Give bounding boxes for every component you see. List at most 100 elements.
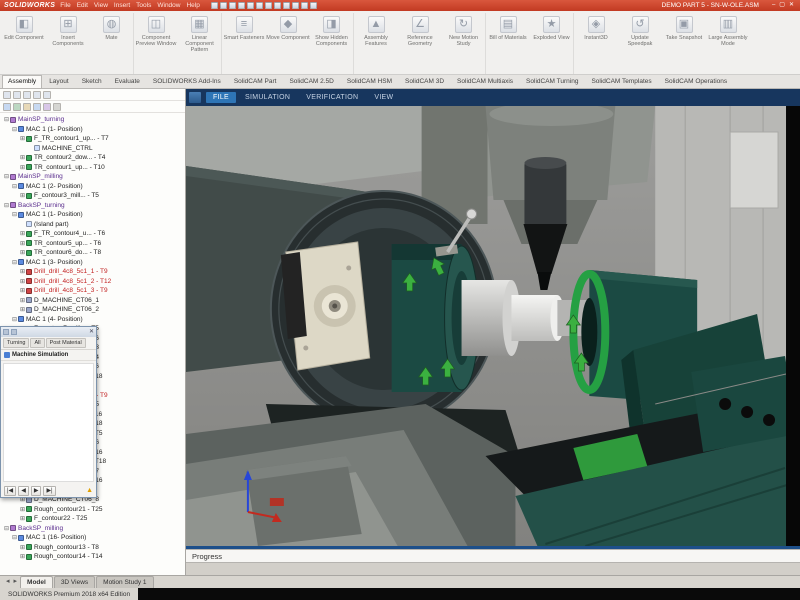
tab-scroll-icon[interactable]: ◂: [4, 576, 12, 588]
tree-item[interactable]: ⊞ Rough_contour13 - T8: [0, 543, 185, 553]
command-tab[interactable]: Evaluate: [109, 75, 146, 88]
command-tab[interactable]: SolidCAM Templates: [585, 75, 657, 88]
tree-expander-icon[interactable]: ⊞: [19, 544, 26, 551]
tree-expander-icon[interactable]: ⊟: [3, 202, 10, 209]
tree-item[interactable]: ⊞ TR_contour6_do... - T8: [0, 248, 185, 258]
tree-expander-icon[interactable]: ⊞: [19, 297, 26, 304]
playback-button[interactable]: |◀: [4, 486, 16, 496]
tab-scroll-icon[interactable]: ▸: [12, 576, 20, 588]
tree-item[interactable]: ⊞ TR_contour2_dow... - T4: [0, 153, 185, 163]
tree-item[interactable]: ⊞ Rough_contour21 - T25: [0, 505, 185, 515]
quick-icon[interactable]: [238, 2, 245, 9]
command-tab[interactable]: SOLIDWORKS Add-Ins: [147, 75, 227, 88]
ribbon-button[interactable]: ▣ Take Snapshot: [662, 13, 706, 74]
tree-toolbar-icon[interactable]: [33, 103, 41, 111]
quick-icon[interactable]: [274, 2, 281, 9]
quick-icon[interactable]: [229, 2, 236, 9]
tree-toolbar-icon[interactable]: [13, 91, 21, 99]
command-tab[interactable]: SolidCAM 3D: [399, 75, 450, 88]
tree-item[interactable]: ⊟ MAC 1 (16- Position): [0, 533, 185, 543]
ribbon-button[interactable]: ◧ Edit Component: [2, 13, 46, 74]
command-tab[interactable]: SolidCAM Turning: [520, 75, 584, 88]
command-tab[interactable]: SolidCAM 2.5D: [283, 75, 339, 88]
tree-expander-icon[interactable]: ⊟: [11, 534, 18, 541]
tree-expander-icon[interactable]: ⊞: [19, 164, 26, 171]
ribbon-button[interactable]: ◨ Show Hidden Components: [310, 13, 354, 74]
sim-panel-tab[interactable]: Post Material: [46, 338, 86, 348]
menu-item[interactable]: File: [60, 0, 70, 11]
tree-toolbar-icon[interactable]: [43, 103, 51, 111]
tree-item[interactable]: ⊞ D_MACHINE_CT06_2: [0, 305, 185, 315]
quick-icon[interactable]: [283, 2, 290, 9]
window-control-icon[interactable]: –: [772, 0, 775, 11]
tree-item[interactable]: MACHINE_CTRL: [0, 144, 185, 154]
command-tab[interactable]: SolidCAM Part: [228, 75, 283, 88]
tree-item[interactable]: ⊞ Drill_drill_4c8_5c1_2 - T12: [0, 277, 185, 287]
tree-expander-icon[interactable]: ⊞: [19, 249, 26, 256]
tree-item[interactable]: ⊞ D_MACHINE_CT06_1: [0, 296, 185, 306]
menu-item[interactable]: Insert: [114, 0, 130, 11]
command-tab[interactable]: Sketch: [76, 75, 108, 88]
ribbon-button[interactable]: ◍ Mate: [90, 13, 134, 74]
tree-expander-icon[interactable]: ⊞: [19, 135, 26, 142]
quick-icon[interactable]: [256, 2, 263, 9]
tree-item[interactable]: ⊞ Rough_contour14 - T14: [0, 552, 185, 562]
sim-panel-menu-icon[interactable]: [3, 329, 9, 335]
tree-toolbar-icon[interactable]: [23, 91, 31, 99]
ribbon-button[interactable]: ▲ Assembly Features: [354, 13, 398, 74]
tree-item[interactable]: ⊟ BackSP_turning: [0, 201, 185, 211]
menu-item[interactable]: Help: [186, 0, 199, 11]
close-icon[interactable]: ✕: [89, 327, 94, 337]
tree-item[interactable]: ⊞ Drill_drill_4c8_5c1_3 - T9: [0, 286, 185, 296]
tree-expander-icon[interactable]: ⊟: [3, 116, 10, 123]
quick-icon[interactable]: [247, 2, 254, 9]
tree-item[interactable]: ⊟ MainSP_turning: [0, 115, 185, 125]
tree-toolbar-icon[interactable]: [13, 103, 21, 111]
ribbon-button[interactable]: ▤ Bill of Materials: [486, 13, 530, 74]
view-tab[interactable]: 3D Views: [54, 576, 95, 588]
playback-button[interactable]: ▶|: [43, 486, 55, 496]
ribbon-button[interactable]: ◫ Component Preview Window: [134, 13, 178, 74]
tree-item[interactable]: ⊞ F_TR_contour1_up... - T7: [0, 134, 185, 144]
command-tab[interactable]: SolidCAM HSM: [341, 75, 398, 88]
quick-icon[interactable]: [220, 2, 227, 9]
quick-icon[interactable]: [310, 2, 317, 9]
tree-item[interactable]: ⊟ MAC 1 (4- Position): [0, 315, 185, 325]
tree-item[interactable]: ⊟ MAC 1 (2- Position): [0, 182, 185, 192]
quick-icon[interactable]: [292, 2, 299, 9]
tree-expander-icon[interactable]: ⊞: [19, 515, 26, 522]
tree-expander-icon[interactable]: ⊟: [11, 183, 18, 190]
quick-icon[interactable]: [265, 2, 272, 9]
ribbon-button[interactable]: ★ Exploded View: [530, 13, 574, 74]
tree-toolbar-icon[interactable]: [23, 103, 31, 111]
command-tab[interactable]: SolidCAM Multiaxis: [451, 75, 519, 88]
tree-item[interactable]: (Island part): [0, 220, 185, 230]
tree-item[interactable]: ⊟ MainSP_milling: [0, 172, 185, 182]
ribbon-button[interactable]: ∠ Reference Geometry: [398, 13, 442, 74]
ribbon-button[interactable]: ◈ Instant3D: [574, 13, 618, 74]
tree-expander-icon[interactable]: ⊟: [11, 211, 18, 218]
ribbon-button[interactable]: ↻ New Motion Study: [442, 13, 486, 74]
command-tab[interactable]: Assembly: [2, 75, 42, 88]
tree-item[interactable]: ⊟ BackSP_milling: [0, 524, 185, 534]
sim-panel-dock-icon[interactable]: [11, 329, 17, 335]
tree-expander-icon[interactable]: ⊞: [19, 154, 26, 161]
simulation-menu-tab[interactable]: FILE: [206, 92, 236, 103]
sim-panel-header[interactable]: ✕: [1, 327, 96, 337]
tree-expander-icon[interactable]: ⊞: [19, 278, 26, 285]
tree-toolbar-icon[interactable]: [3, 103, 11, 111]
menu-item[interactable]: Edit: [77, 0, 88, 11]
tree-expander-icon[interactable]: ⊟: [11, 126, 18, 133]
command-tab[interactable]: Layout: [43, 75, 75, 88]
menu-item[interactable]: Window: [157, 0, 180, 11]
tree-item[interactable]: ⊞ F_contour22 - T25: [0, 514, 185, 524]
tree-item[interactable]: ⊞ Drill_drill_4c8_5c1_1 - T9: [0, 267, 185, 277]
simulation-menu-tab[interactable]: SIMULATION: [238, 92, 297, 103]
view-tab[interactable]: Motion Study 1: [96, 576, 153, 588]
tree-expander-icon[interactable]: ⊞: [19, 506, 26, 513]
tree-item[interactable]: ⊟ MAC 1 (3- Position): [0, 258, 185, 268]
tree-toolbar-icon[interactable]: [3, 91, 11, 99]
quick-icon[interactable]: [211, 2, 218, 9]
window-control-icon[interactable]: ▢: [779, 0, 785, 11]
ribbon-button[interactable]: ↺ Update Speedpak: [618, 13, 662, 74]
